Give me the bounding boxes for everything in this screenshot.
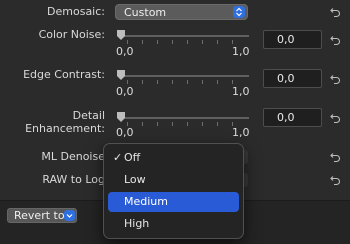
tick — [172, 80, 173, 84]
slider-min-label: 0,0 — [116, 126, 134, 139]
detail-enhancement-field[interactable]: 0,0 — [263, 108, 322, 127]
menu-item-label: Medium — [124, 195, 168, 208]
ml-denoise-menu: ✓ Off Low Medium High — [103, 143, 244, 239]
tick — [217, 122, 218, 126]
tick — [187, 122, 188, 126]
menu-item-off[interactable]: ✓ Off — [108, 148, 239, 168]
menu-item-label: High — [124, 217, 150, 230]
revert-to-button[interactable]: Revert to — [7, 208, 77, 223]
tick — [142, 122, 143, 126]
menu-item-label: Low — [124, 173, 146, 186]
revert-to-label: Revert to — [14, 209, 65, 222]
color-noise-field[interactable]: 0,0 — [263, 30, 322, 49]
tick — [157, 80, 158, 84]
reset-arrow-icon[interactable] — [329, 112, 341, 124]
edge-contrast-value: 0,0 — [277, 72, 295, 85]
menu-item-medium[interactable]: Medium — [108, 192, 239, 212]
detail-enhancement-label-2: Enhancement: — [25, 122, 105, 135]
reset-arrow-icon[interactable] — [329, 6, 341, 18]
tick — [217, 40, 218, 44]
demosaic-label: Demosaic: — [47, 5, 105, 18]
edge-contrast-slider[interactable] — [121, 75, 249, 77]
slider-max-label: 1,0 — [232, 85, 250, 98]
tick — [187, 80, 188, 84]
checkmark-icon: ✓ — [113, 151, 123, 164]
detail-enhancement-value: 0,0 — [277, 111, 295, 124]
color-noise-label: Color Noise: — [38, 28, 105, 41]
ml-denoise-label: ML Denoise — [41, 150, 105, 163]
tick — [202, 122, 203, 126]
chevron-updown-icon — [233, 6, 245, 18]
reset-arrow-icon[interactable] — [329, 73, 341, 85]
reset-arrow-icon[interactable] — [329, 151, 341, 163]
tick — [202, 80, 203, 84]
chevron-down-icon — [64, 210, 75, 221]
raw-to-log-label: RAW to Log — [42, 173, 105, 186]
slider-max-label: 1,0 — [232, 126, 250, 139]
tick — [172, 40, 173, 44]
tick — [232, 40, 233, 44]
menu-item-high[interactable]: High — [108, 214, 239, 234]
tick — [202, 40, 203, 44]
slider-thumb-icon[interactable] — [116, 29, 126, 41]
tick — [142, 80, 143, 84]
menu-item-low[interactable]: Low — [108, 170, 239, 190]
tick — [157, 40, 158, 44]
slider-thumb-icon[interactable] — [116, 111, 126, 123]
detail-enhancement-slider[interactable] — [121, 117, 249, 119]
menu-item-label: Off — [124, 151, 141, 164]
color-noise-value: 0,0 — [277, 33, 295, 46]
reset-arrow-icon[interactable] — [329, 174, 341, 186]
color-noise-slider[interactable] — [121, 35, 249, 37]
tick — [142, 40, 143, 44]
slider-thumb-icon[interactable] — [116, 69, 126, 81]
tick — [172, 122, 173, 126]
slider-min-label: 0,0 — [116, 45, 134, 58]
tick — [157, 122, 158, 126]
tick — [232, 80, 233, 84]
slider-max-label: 1,0 — [232, 45, 250, 58]
tick — [127, 40, 128, 44]
reset-arrow-icon[interactable] — [329, 34, 341, 46]
tick — [217, 80, 218, 84]
detail-enhancement-label-1: Detail — [72, 109, 105, 122]
demosaic-value: Custom — [124, 6, 167, 19]
tick — [127, 80, 128, 84]
slider-min-label: 0,0 — [116, 85, 134, 98]
tick — [187, 40, 188, 44]
edge-contrast-label: Edge Contrast: — [23, 68, 105, 81]
edge-contrast-field[interactable]: 0,0 — [263, 69, 322, 88]
demosaic-popup[interactable]: Custom — [115, 4, 248, 20]
